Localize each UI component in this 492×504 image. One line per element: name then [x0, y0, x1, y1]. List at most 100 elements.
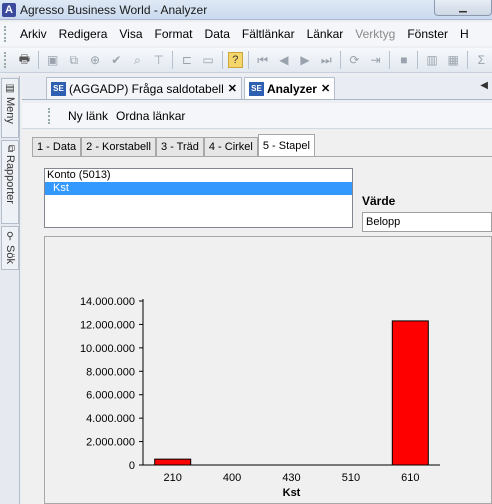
tab-analyzer[interactable]: SE Analyzer ✕	[243, 77, 336, 99]
sidebar-tab-sok[interactable]: ⚲ Sök	[1, 226, 19, 270]
window-title: Agresso Business World - Analyzer	[20, 2, 208, 17]
x-tick-label: 610	[401, 472, 419, 484]
menu-verktyg[interactable]: Verktyg	[349, 22, 401, 46]
x-tick-label: 510	[342, 472, 360, 484]
document-tab-strip: SE (AGGADP) Fråga saldotabell ✕ SE Analy…	[22, 76, 492, 100]
organize-links-button[interactable]: Ordna länkar	[116, 109, 185, 123]
menu-icon: ▤	[4, 83, 16, 94]
tab-divider	[32, 156, 492, 157]
close-icon[interactable]: ✕	[228, 82, 237, 95]
search-icon[interactable]: ⌕	[129, 51, 146, 69]
sidebar-tab-label: Meny	[4, 97, 16, 124]
tab-stapel[interactable]: 5 - Stapel	[257, 134, 315, 156]
new-link-button[interactable]: Ny länk	[68, 109, 108, 123]
sidebar-tab-rapporter[interactable]: ⧉ Rapporter	[1, 140, 19, 224]
tab-trad[interactable]: 3 - Träd	[155, 137, 204, 156]
chart-icon[interactable]: ▥	[423, 51, 440, 69]
window-icon[interactable]: ▭	[199, 51, 216, 69]
tab-scroll-left-icon[interactable]: ◀	[480, 80, 488, 91]
bar-610	[391, 320, 429, 466]
y-tick-label: 12.000.000	[80, 319, 135, 331]
tab-cirkel[interactable]: 4 - Cirkel	[203, 137, 258, 156]
tab-aggadp[interactable]: SE (AGGADP) Fråga saldotabell ✕	[46, 77, 242, 99]
menu-fonster[interactable]: Fönster	[401, 22, 454, 46]
menu-arkiv[interactable]: Arkiv	[14, 22, 53, 46]
title-bar: A Agresso Business World - Analyzer ▁	[0, 0, 492, 20]
y-tick-label: 14.000.000	[80, 296, 135, 308]
tab-data[interactable]: 1 - Data	[32, 137, 82, 156]
previous-record-icon[interactable]: ◀	[275, 51, 292, 69]
sidebar-tab-label: Rapporter	[4, 155, 16, 205]
y-tick-label: 4.000.000	[86, 413, 135, 425]
save-icon[interactable]: ▣	[44, 51, 61, 69]
last-record-icon[interactable]: ⏭	[318, 51, 335, 69]
bar-chart: 0 2.000.000 4.000.000 6.000.000 8.000.000 10.…	[80, 296, 440, 499]
toolbar: 🖶 ▣ ⧉ ⊕ ✔ ⌕ ⊤ ⊏ ▭ ? ⏮ ◀ ▶ ⏭ ⟳ ⇥ ■ ▥ ▦ Σ	[0, 48, 492, 73]
close-icon[interactable]: ✕	[321, 82, 330, 95]
menu-format[interactable]: Format	[149, 22, 199, 46]
x-tick-label: 400	[223, 472, 241, 484]
analyzer-content: 1 - Data 2 - Korstabell 3 - Träd 4 - Cir…	[22, 130, 492, 504]
agresso-app-icon: A	[2, 2, 16, 17]
tree-icon[interactable]: ⊤	[150, 51, 167, 69]
export-icon[interactable]: ⇥	[367, 51, 384, 69]
toolbar-grip[interactable]	[4, 52, 10, 68]
menu-faltlankar[interactable]: Fältlänkar	[236, 22, 301, 46]
toolbar-separator	[172, 51, 174, 69]
table-icon[interactable]: ▦	[445, 51, 462, 69]
links-bar: Ny länk Ordna länkar	[22, 103, 492, 129]
sidebar-tab-label: Sök	[4, 245, 16, 264]
menu-data[interactable]: Data	[199, 22, 236, 46]
toolbar-separator	[248, 51, 249, 69]
value-label: Värde	[362, 194, 396, 208]
stop-icon[interactable]: ■	[395, 51, 412, 69]
toolbar-separator	[389, 51, 391, 69]
y-tick-label: 8.000.000	[86, 366, 135, 378]
y-tick-label: 6.000.000	[86, 390, 135, 402]
se-icon: SE	[248, 81, 264, 96]
search-icon: ⚲	[4, 231, 16, 242]
menu-redigera[interactable]: Redigera	[53, 22, 114, 46]
minimize-button[interactable]: ▁	[434, 0, 492, 16]
value-select[interactable]: Belopp	[362, 212, 492, 232]
x-tick-label: 210	[164, 472, 182, 484]
binoculars-icon[interactable]: ⊕	[86, 51, 103, 69]
y-tick-label: 2.000.000	[86, 437, 135, 449]
print-icon[interactable]: 🖶	[16, 51, 33, 69]
check-icon[interactable]: ✔	[108, 51, 125, 69]
y-tick-label: 0	[129, 460, 135, 472]
links-bar-grip[interactable]	[48, 107, 54, 124]
toolbar-separator	[417, 51, 419, 69]
y-tick-label: 10.000.000	[80, 343, 135, 355]
tab-korstabell[interactable]: 2 - Korstabell	[81, 137, 156, 156]
first-record-icon[interactable]: ⏮	[254, 51, 271, 69]
help-icon[interactable]: ?	[227, 52, 244, 68]
bar-210	[154, 458, 192, 466]
menu-help[interactable]: H	[454, 22, 475, 46]
list-item-selected[interactable]: Kst	[45, 182, 352, 195]
copy-icon[interactable]: ⧉	[65, 51, 82, 69]
refresh-icon[interactable]: ⟳	[346, 51, 363, 69]
chart-frame: 0 2.000.000 4.000.000 6.000.000 8.000.000 10.…	[44, 236, 492, 504]
list-item[interactable]: Konto (5013)	[45, 169, 352, 182]
report-icon: ⧉	[5, 145, 16, 153]
tab-label: Analyzer	[266, 81, 317, 96]
view-tabs: 1 - Data 2 - Korstabell 3 - Träd 4 - Cir…	[32, 134, 315, 156]
toolbar-separator	[466, 51, 468, 69]
menu-bar: Arkiv Redigera Visa Format Data Fältlänk…	[0, 22, 492, 46]
menu-visa[interactable]: Visa	[113, 22, 148, 46]
sum-icon[interactable]: Σ	[473, 51, 490, 69]
link-icon[interactable]: ⊏	[178, 51, 195, 69]
sidebar-tab-meny[interactable]: ▤ Meny	[1, 78, 19, 138]
toolbar-separator	[221, 51, 223, 69]
next-record-icon[interactable]: ▶	[296, 51, 313, 69]
x-tick-label: 430	[282, 472, 300, 484]
se-icon: SE	[51, 81, 66, 96]
menu-grip[interactable]	[4, 26, 10, 42]
toolbar-separator	[38, 51, 39, 69]
x-axis-label: Kst	[283, 487, 301, 499]
menu-lankar[interactable]: Länkar	[301, 22, 350, 46]
toolbar-separator	[339, 51, 341, 69]
dimension-list[interactable]: Konto (5013) Kst	[44, 168, 353, 228]
tab-label: (AGGADP) Fråga saldotabell	[69, 81, 224, 96]
